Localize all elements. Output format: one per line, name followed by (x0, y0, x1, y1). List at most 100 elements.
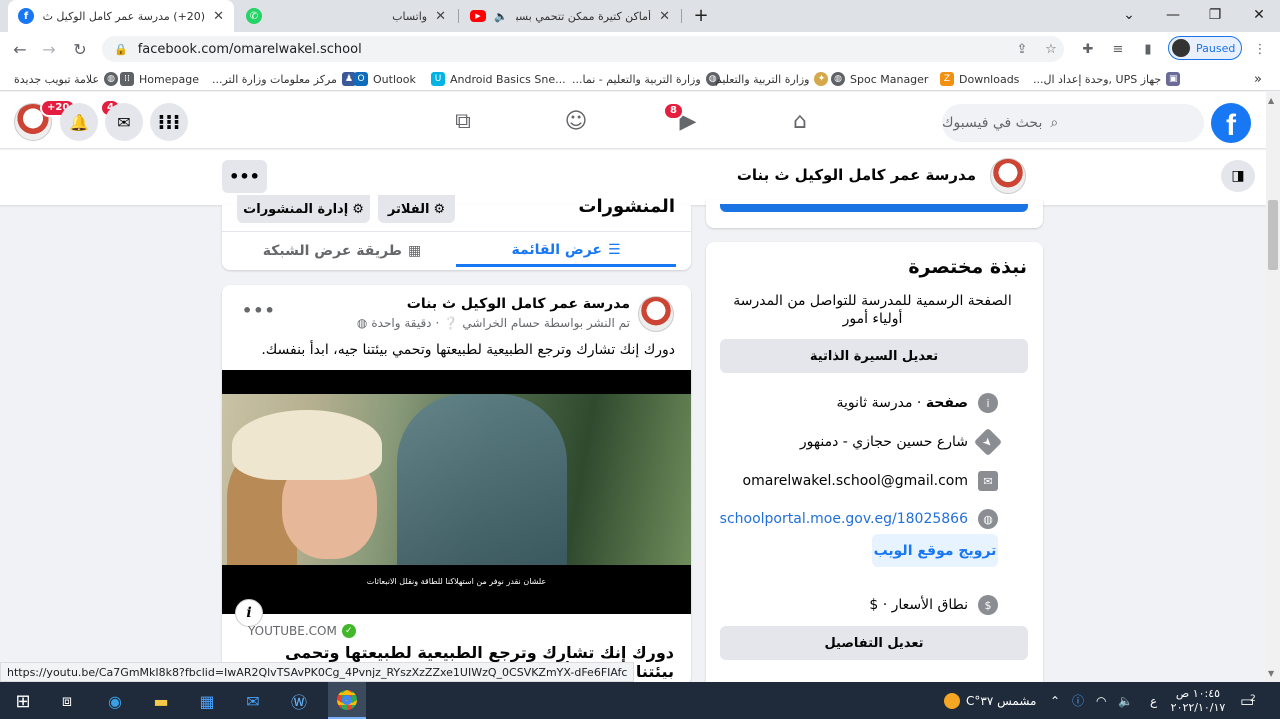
file-explorer-icon[interactable]: ▬ (146, 687, 176, 715)
tab-list-view[interactable]: ☰ عرض القائمة (456, 235, 676, 267)
bookmark-new-tab[interactable]: ◍ علامة تبويب جديدة (14, 70, 119, 88)
start-windows-icon[interactable]: ⊞ (8, 687, 38, 715)
weather-widget[interactable]: مشمس ٣٧°C (944, 682, 1036, 719)
tab-whatsapp[interactable]: ✆ واتساب ✕ (236, 0, 456, 32)
forward-button[interactable]: → (38, 38, 60, 60)
home-nav[interactable]: ⌂ (780, 106, 820, 136)
video-info-button[interactable]: i (235, 599, 263, 627)
post-meta-text: تم النشر بواسطة حسام الخراشي (462, 316, 630, 330)
bookmark-ministry[interactable]: ✦ وزارة التربية والتعليم (715, 70, 829, 88)
clock[interactable]: ١٠:٤٥ ص ٢٠٢٢/١٠/١٧ (1170, 682, 1226, 719)
post-time[interactable]: دقيقة واحدة (371, 316, 431, 330)
input-language[interactable]: ع (1150, 682, 1157, 719)
grid-icon: ▦ (408, 243, 422, 259)
bookmarks-bar: ◍ علامة تبويب جديدة ⁞⁞ Homepage ♟ مركز م… (0, 66, 1280, 91)
profile-label: Paused (1196, 41, 1236, 55)
bookmark-label: Android Basics Sne... (450, 72, 566, 86)
share-icon[interactable]: ⇪ (1012, 39, 1032, 59)
posts-title: المنشورات (578, 196, 675, 217)
new-tab-button[interactable]: + (688, 4, 714, 26)
messenger-button[interactable]: ✉ (105, 103, 143, 141)
side-panel-toggle-button[interactable]: ◨ (1221, 160, 1255, 192)
video-player[interactable]: علشان نقدر نوفر من استهلاكنا للطاقة ونقل… (222, 370, 691, 614)
menu-kebab-icon[interactable]: ⋮ (1250, 39, 1270, 59)
edit-details-button[interactable]: تعديل التفاصيل (720, 626, 1028, 660)
menu-button[interactable]: ⁝⁝⁝ (150, 103, 188, 141)
restore-button[interactable]: ❐ (1202, 4, 1228, 26)
bookmark-label: جهاز UPS ,وحدة إعداد ال... (1033, 72, 1162, 86)
scroll-up-arrow-icon[interactable]: ▲ (1268, 96, 1274, 105)
more-bookmarks-chevron-icon[interactable]: » (1254, 70, 1262, 88)
store-icon[interactable]: ▦ (192, 687, 222, 715)
primary-action-button[interactable] (720, 204, 1028, 212)
manage-posts-button[interactable]: ⚙ إدارة المنشورات (237, 195, 370, 223)
tab-search-chevron-icon[interactable]: ⌄ (1116, 4, 1142, 26)
security-info-icon[interactable]: ⓘ (1072, 682, 1084, 719)
page-scrollbar-thumb[interactable] (1268, 200, 1278, 270)
help-icon: ❔ (443, 316, 459, 330)
close-tab-icon[interactable]: ✕ (213, 9, 224, 24)
bookmark-label: Spoc Manager (850, 72, 929, 86)
lock-icon: 🔒 (114, 42, 128, 56)
tray-chevron-icon[interactable]: ⌃ (1050, 682, 1060, 719)
gaming-nav[interactable]: ⧉ (443, 106, 483, 136)
filters-button[interactable]: ⚙ الفلاتر (378, 195, 455, 223)
groups-nav[interactable]: ☺ (556, 106, 596, 136)
post-more-button[interactable]: ••• (242, 301, 276, 320)
close-window-button[interactable]: ✕ (1246, 4, 1272, 26)
tab-grid-view[interactable]: ▦ طريقة عرض الشبكة (232, 235, 452, 267)
notification-center-icon[interactable]: ▭ 2 (1240, 682, 1256, 719)
bookmark-homepage[interactable]: ⁞⁞ Homepage (120, 70, 199, 88)
page-scrollbar-track[interactable] (1266, 92, 1280, 682)
home-icon: ⌂ (793, 108, 807, 134)
profile-paused-button[interactable]: Paused (1168, 36, 1242, 60)
edge-browser-icon[interactable]: ◉ (100, 687, 130, 715)
minimize-button[interactable]: — (1160, 4, 1186, 26)
edit-bio-button[interactable]: تعديل السيرة الذاتية (720, 339, 1028, 373)
posts-header-card: المنشورات ⚙ الفلاتر ⚙ إدارة المنشورات ☰ عرض… (222, 195, 691, 270)
page-more-button[interactable]: ••• (222, 160, 267, 193)
bookmark-star-icon[interactable]: ☆ (1041, 39, 1061, 59)
promote-website-button[interactable]: ترويج موقع الويب (872, 534, 998, 567)
page-avatar[interactable] (990, 158, 1026, 194)
facebook-logo-icon[interactable]: f (1211, 103, 1251, 143)
notifications-button[interactable]: 🔔 (60, 103, 98, 141)
bookmark-info-center[interactable]: ♟ مركز معلومات وزارة التر... (212, 70, 356, 88)
directions-icon: ➤ (973, 427, 1003, 457)
volume-icon[interactable]: 🔈 (1118, 682, 1133, 719)
close-tab-icon[interactable]: ✕ (435, 9, 446, 24)
mail-icon[interactable]: ✉ (238, 687, 268, 715)
app-w-icon[interactable]: Ⓦ (284, 687, 314, 715)
gaming-icon: ⧉ (455, 108, 471, 134)
post-author-avatar[interactable] (638, 296, 674, 332)
wifi-icon[interactable]: ◠ (1096, 682, 1106, 719)
address-bar[interactable]: 🔒 facebook.com/omarelwakel.school (102, 36, 1064, 62)
reload-button[interactable]: ↻ (69, 38, 91, 60)
bookmark-ups[interactable]: ▣ جهاز UPS ,وحدة إعداد ال... (1033, 70, 1181, 88)
scroll-down-arrow-icon[interactable]: ▼ (1268, 669, 1274, 678)
groups-icon: ☺ (564, 108, 588, 134)
bookmark-ministry-nama[interactable]: ◍ وزارة التربية والتعليم - نما... (572, 70, 720, 88)
post-author[interactable]: مدرسة عمر كامل الوكيل ث بنات (407, 296, 630, 312)
facebook-search-input[interactable]: ⌕ بحث في فيسبوك (942, 104, 1204, 142)
email-text[interactable]: omarelwakel.school@gmail.com (743, 473, 968, 489)
extensions-icon[interactable]: ✚ (1078, 39, 1098, 59)
intro-description: الصفحة الرسمية للمدرسة للتواصل من المدرس… (733, 293, 1012, 327)
close-tab-icon[interactable]: ✕ (659, 9, 670, 24)
bookmark-spoc-manager[interactable]: ◍ Spoc Manager (831, 70, 928, 88)
website-link[interactable]: schoolportal.moe.gov.eg/18025866 (720, 511, 968, 527)
task-view-icon[interactable]: ⧈ (52, 687, 82, 715)
back-button[interactable]: ← (9, 38, 31, 60)
bookmark-downloads[interactable]: Z Downloads (940, 70, 1019, 88)
filters-label: الفلاتر (387, 202, 430, 217)
bookmark-outlook[interactable]: O Outlook (354, 70, 416, 88)
side-panel-icon[interactable]: ▮ (1138, 39, 1158, 59)
chrome-taskbar-icon[interactable] (328, 682, 366, 719)
reading-list-icon[interactable]: ≡ (1108, 39, 1128, 59)
tab-youtube[interactable]: ▶ 🔈 أماكن كتيرة ممكن تتحمي بسبب تغير الـ… (460, 0, 680, 32)
bookmark-label: علامة تبويب جديدة (14, 72, 100, 86)
clock-date: ٢٠٢٢/١٠/١٧ (1170, 700, 1226, 714)
url-text: facebook.com/omarelwakel.school (137, 41, 362, 57)
tab-facebook[interactable]: f (20+) مدرسة عمر كامل الوكيل ث بنات | .… (8, 0, 234, 32)
bookmark-android-basics[interactable]: U Android Basics Sne... (431, 70, 566, 88)
